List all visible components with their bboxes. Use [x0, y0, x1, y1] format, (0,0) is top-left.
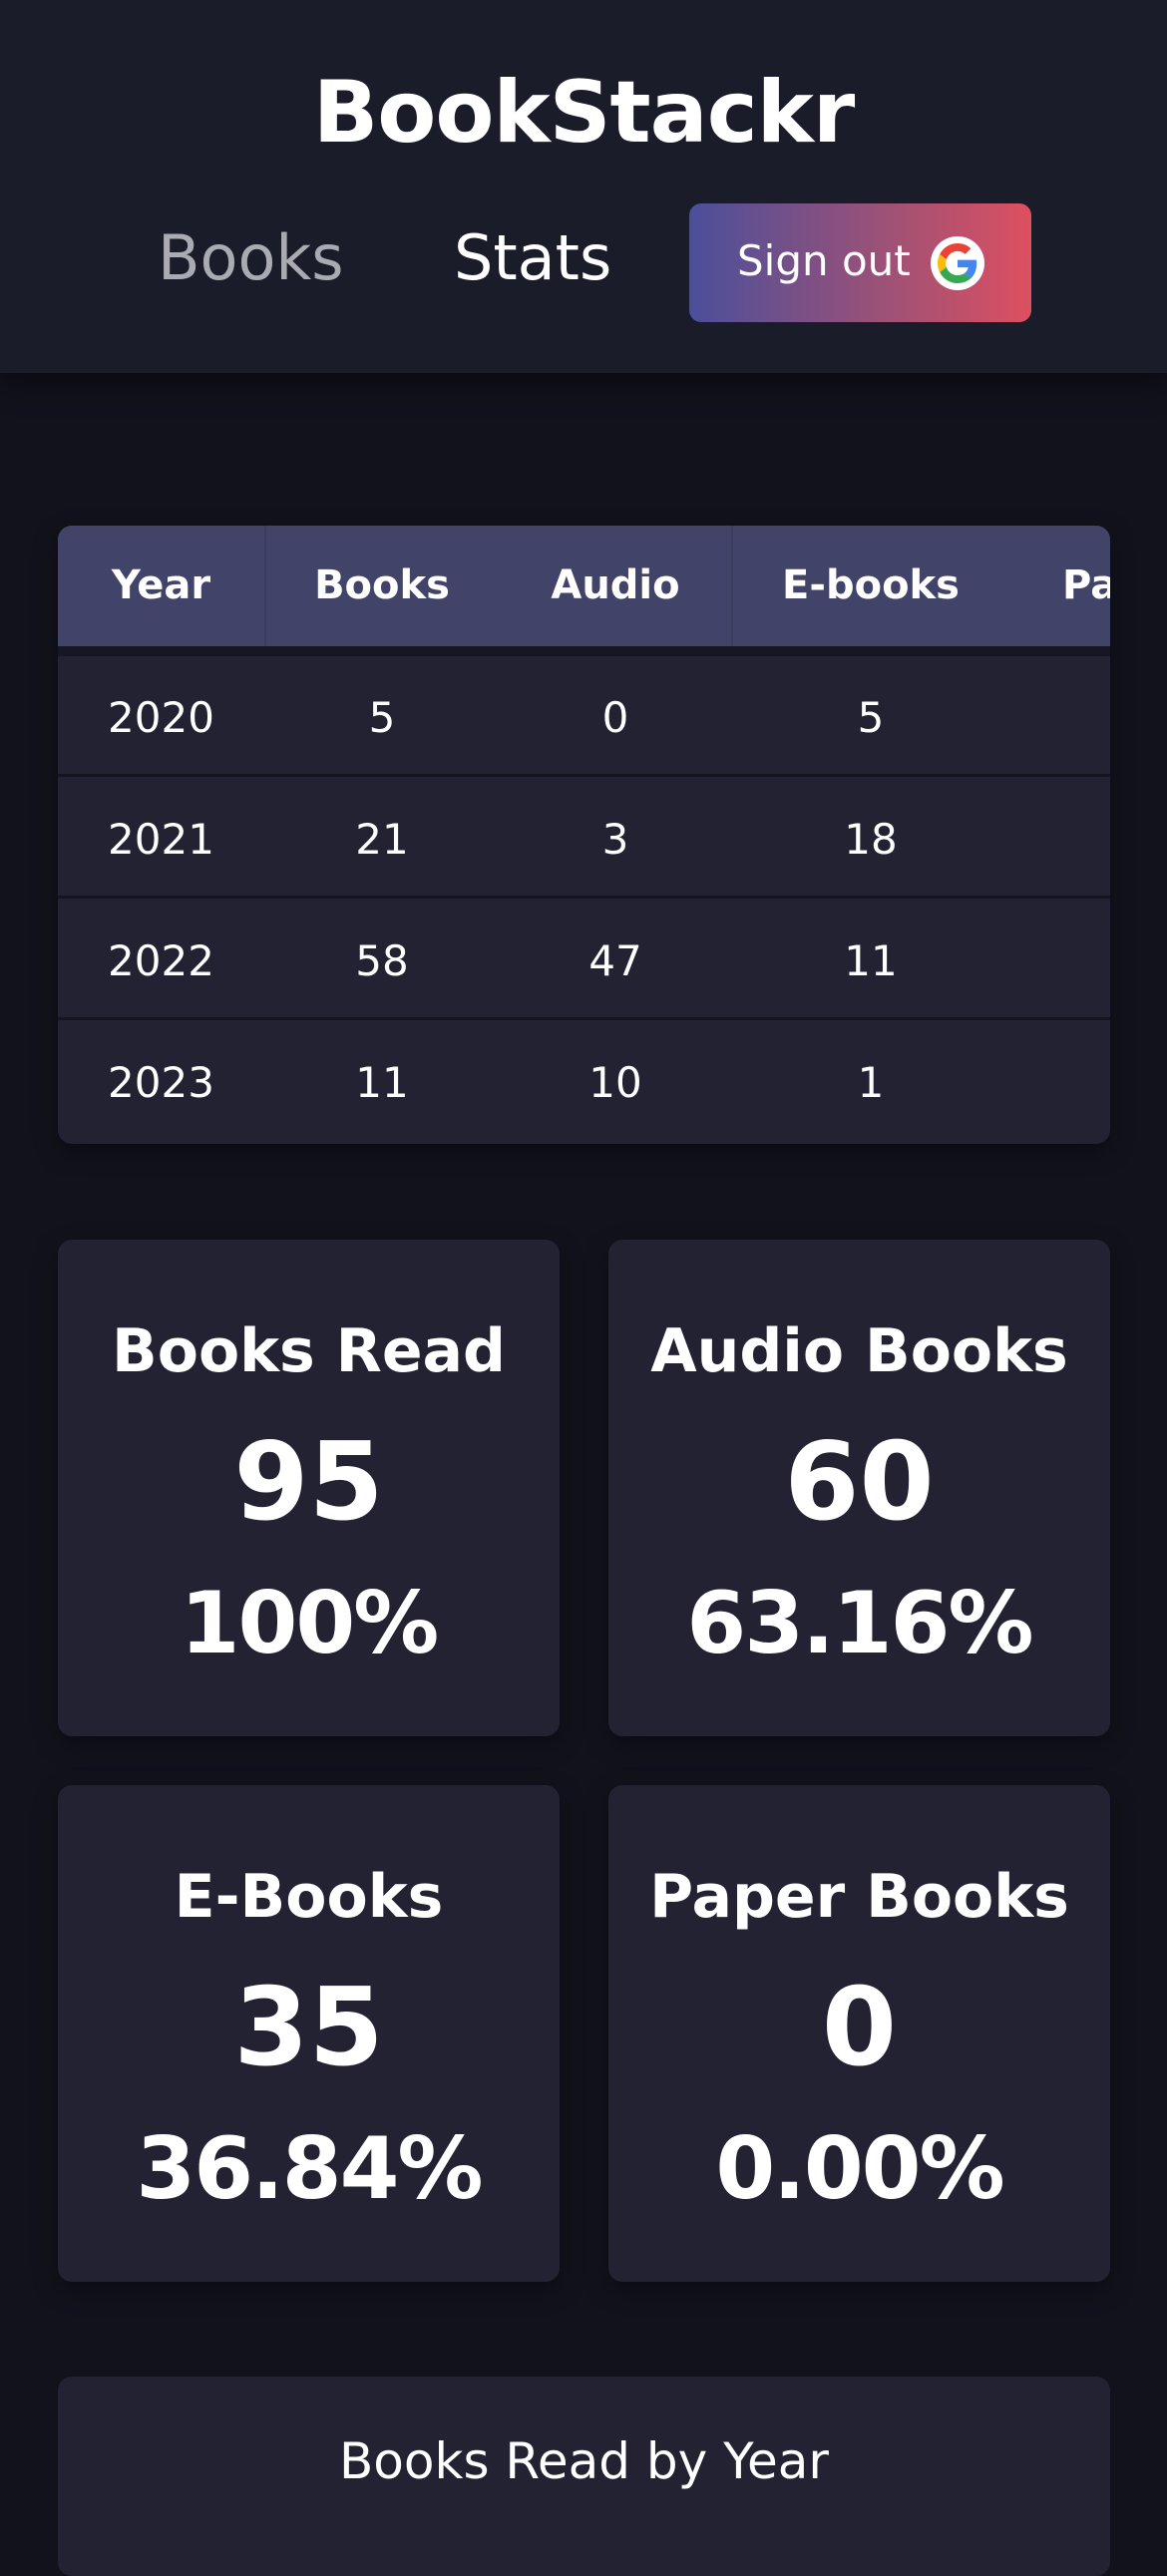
sign-out-button[interactable]: Sign out	[689, 203, 1031, 322]
cell-ebooks: 1	[857, 1058, 885, 1107]
stat-value: 60	[784, 1420, 935, 1545]
cell-books: 11	[355, 1058, 409, 1107]
sign-out-label: Sign out	[737, 236, 911, 285]
cell-year: 2023	[108, 1058, 214, 1107]
table-row: 2022 58 47 11	[58, 900, 1110, 1020]
stat-title: Books Read	[111, 1316, 506, 1386]
stat-card-audio-books: Audio Books 60 63.16%	[608, 1240, 1110, 1736]
stat-card-paper-books: Paper Books 0 0.00%	[608, 1785, 1110, 2282]
yearly-stats-table: Year Books Audio E-books Pa 2020 5 0 5 2…	[58, 526, 1110, 1144]
cell-year: 2021	[108, 815, 214, 864]
stat-percent: 36.84%	[136, 2119, 483, 2219]
cell-audio: 47	[588, 936, 642, 985]
books-by-year-chart-card: Books Read by Year	[58, 2377, 1110, 2576]
stat-card-books-read: Books Read 95 100%	[58, 1240, 560, 1736]
cell-year: 2020	[108, 693, 214, 742]
stat-percent: 0.00%	[715, 2119, 1004, 2219]
column-header-audio[interactable]: Audio	[500, 565, 731, 605]
stat-value: 35	[233, 1966, 384, 2090]
stat-percent: 100%	[180, 1574, 440, 1673]
cell-audio: 0	[601, 693, 629, 742]
column-header-paper[interactable]: Pa	[1062, 565, 1110, 605]
column-header-books[interactable]: Books	[264, 565, 500, 605]
cell-books: 58	[355, 936, 409, 985]
column-header-year[interactable]: Year	[58, 565, 264, 605]
row-divider	[58, 1017, 1110, 1020]
cell-books: 5	[368, 693, 396, 742]
row-divider	[58, 774, 1110, 777]
app-logo[interactable]: BookStackr	[0, 70, 1167, 156]
cell-audio: 3	[601, 815, 629, 864]
stat-card-e-books: E-Books 35 36.84%	[58, 1785, 560, 2282]
cell-books: 21	[355, 815, 409, 864]
table-row: 2021 21 3 18	[58, 778, 1110, 899]
table-row: 2023 11 10 1	[58, 1021, 1110, 1142]
google-icon	[931, 236, 984, 290]
chart-title: Books Read by Year	[339, 2432, 829, 2490]
stat-percent: 63.16%	[686, 1574, 1033, 1673]
nav-books-link[interactable]: Books	[158, 227, 344, 289]
cell-year: 2022	[108, 936, 214, 985]
cell-ebooks: 18	[844, 815, 898, 864]
stat-title: Audio Books	[650, 1316, 1068, 1386]
stat-title: E-Books	[174, 1862, 444, 1932]
column-header-ebooks[interactable]: E-books	[731, 565, 1010, 605]
table-row: 2020 5 0 5	[58, 656, 1110, 777]
cell-ebooks: 11	[844, 936, 898, 985]
app-header: BookStackr Books Stats Sign out	[0, 0, 1167, 373]
table-header-row: Year Books Audio E-books Pa	[58, 526, 1110, 656]
cell-ebooks: 5	[857, 693, 885, 742]
stat-value: 95	[233, 1420, 384, 1545]
row-divider	[58, 896, 1110, 899]
cell-audio: 10	[588, 1058, 642, 1107]
nav-stats-link[interactable]: Stats	[454, 227, 611, 289]
stat-title: Paper Books	[649, 1862, 1069, 1932]
stat-value: 0	[821, 1966, 898, 2090]
